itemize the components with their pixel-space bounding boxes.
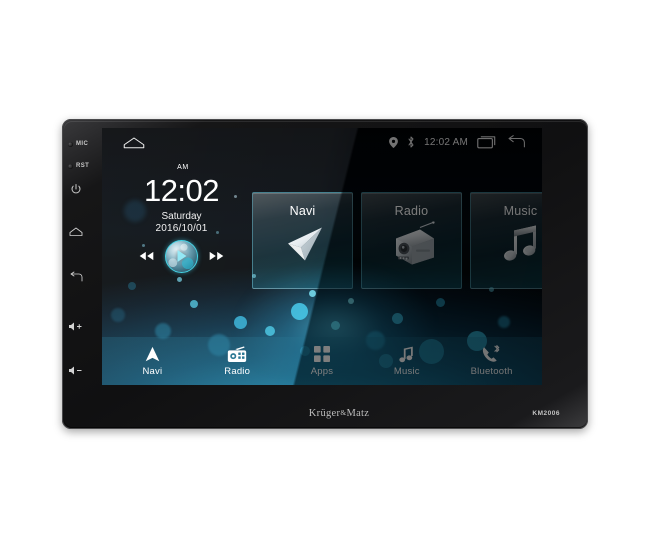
status-clock: 12:02 AM — [424, 136, 468, 148]
clock-date: 2016/10/01 — [155, 222, 208, 234]
app-cards-row: Navi Radio Music — [252, 192, 542, 289]
bottom-dock: Navi Radio Apps Music Bluetooth — [102, 337, 542, 385]
mic-led-dot — [68, 141, 73, 147]
head-unit-device: MIC RST 12:02 AM AM 12:02 Saturday 2016/… — [62, 119, 588, 429]
clock-ampm-label: AM — [177, 164, 189, 171]
brand-logo: Krüger&Matz — [309, 408, 369, 419]
power-button[interactable] — [62, 183, 98, 195]
home-pentagon-icon[interactable] — [122, 135, 146, 150]
album-art-play-button[interactable] — [165, 239, 198, 273]
dock-item-radio[interactable]: Radio — [195, 345, 280, 377]
play-icon — [177, 250, 186, 263]
dock-item-apps[interactable]: Apps — [280, 346, 365, 377]
brand-strip: Krüger&Matz KM2006 — [102, 403, 576, 423]
card-navi[interactable]: Navi — [252, 192, 353, 289]
volume-up-icon — [68, 321, 84, 332]
clock-time-row: AM 12:02 — [143, 164, 220, 210]
previous-track-icon[interactable] — [139, 251, 154, 261]
card-music[interactable]: Music — [470, 192, 542, 289]
card-radio[interactable]: Radio — [361, 192, 462, 289]
card-navi-label: Navi — [289, 204, 316, 218]
media-controls — [114, 239, 249, 273]
clock-time: 12:02 — [143, 173, 220, 208]
mic-indicator: MIC — [62, 141, 98, 147]
bluetooth-phone-icon — [482, 345, 501, 363]
bluetooth-icon — [407, 136, 415, 148]
power-icon — [70, 183, 82, 195]
brand-text-suffix: Matz — [346, 407, 370, 419]
reset-led-dot — [68, 163, 73, 169]
card-radio-label: Radio — [394, 204, 429, 218]
volume-down-button[interactable] — [62, 365, 98, 376]
dock-label-apps: Apps — [310, 365, 334, 377]
model-number: KM2006 — [532, 409, 560, 417]
home-icon — [69, 226, 83, 237]
dock-item-music[interactable]: Music — [364, 346, 449, 377]
dock-label-bluetooth: Bluetooth — [470, 365, 513, 377]
radio-icon — [227, 345, 247, 363]
clock-widget[interactable]: AM 12:02 Saturday 2016/10/01 — [114, 164, 249, 273]
reset-button[interactable]: RST — [62, 163, 98, 169]
dock-label-radio: Radio — [224, 365, 251, 377]
mic-label: MIC — [76, 141, 89, 147]
left-bezel-controls: MIC RST — [62, 119, 98, 429]
reset-label: RST — [76, 163, 90, 169]
music-note-icon — [399, 346, 414, 363]
volume-up-button[interactable] — [62, 321, 98, 332]
back-arrow-icon — [69, 271, 83, 283]
back-button[interactable] — [62, 271, 98, 283]
status-bar-right-group: 12:02 AM — [389, 135, 526, 149]
dock-label-navi: Navi — [142, 365, 163, 377]
location-pin-icon — [389, 136, 399, 148]
touchscreen-display[interactable]: 12:02 AM AM 12:02 Saturday 2016/10/01 Na… — [102, 128, 542, 385]
dock-label-music: Music — [393, 365, 420, 377]
music-note-icon — [499, 223, 543, 272]
recent-apps-icon[interactable] — [477, 135, 497, 149]
navigation-arrow-icon — [144, 346, 161, 363]
status-bar: 12:02 AM — [102, 128, 542, 156]
radio-receiver-icon — [386, 221, 438, 273]
next-track-icon[interactable] — [209, 251, 224, 261]
apps-grid-icon — [313, 346, 330, 363]
back-arrow-icon[interactable] — [506, 135, 526, 149]
dock-item-navi[interactable]: Navi — [110, 346, 195, 377]
clock-weekday: Saturday — [161, 210, 202, 222]
navigation-arrow-icon — [280, 224, 326, 271]
card-music-label: Music — [503, 204, 538, 218]
home-button[interactable] — [62, 226, 98, 237]
dock-item-bluetooth[interactable]: Bluetooth — [449, 345, 534, 377]
volume-down-icon — [68, 365, 84, 376]
brand-text: Krüger — [308, 407, 341, 419]
